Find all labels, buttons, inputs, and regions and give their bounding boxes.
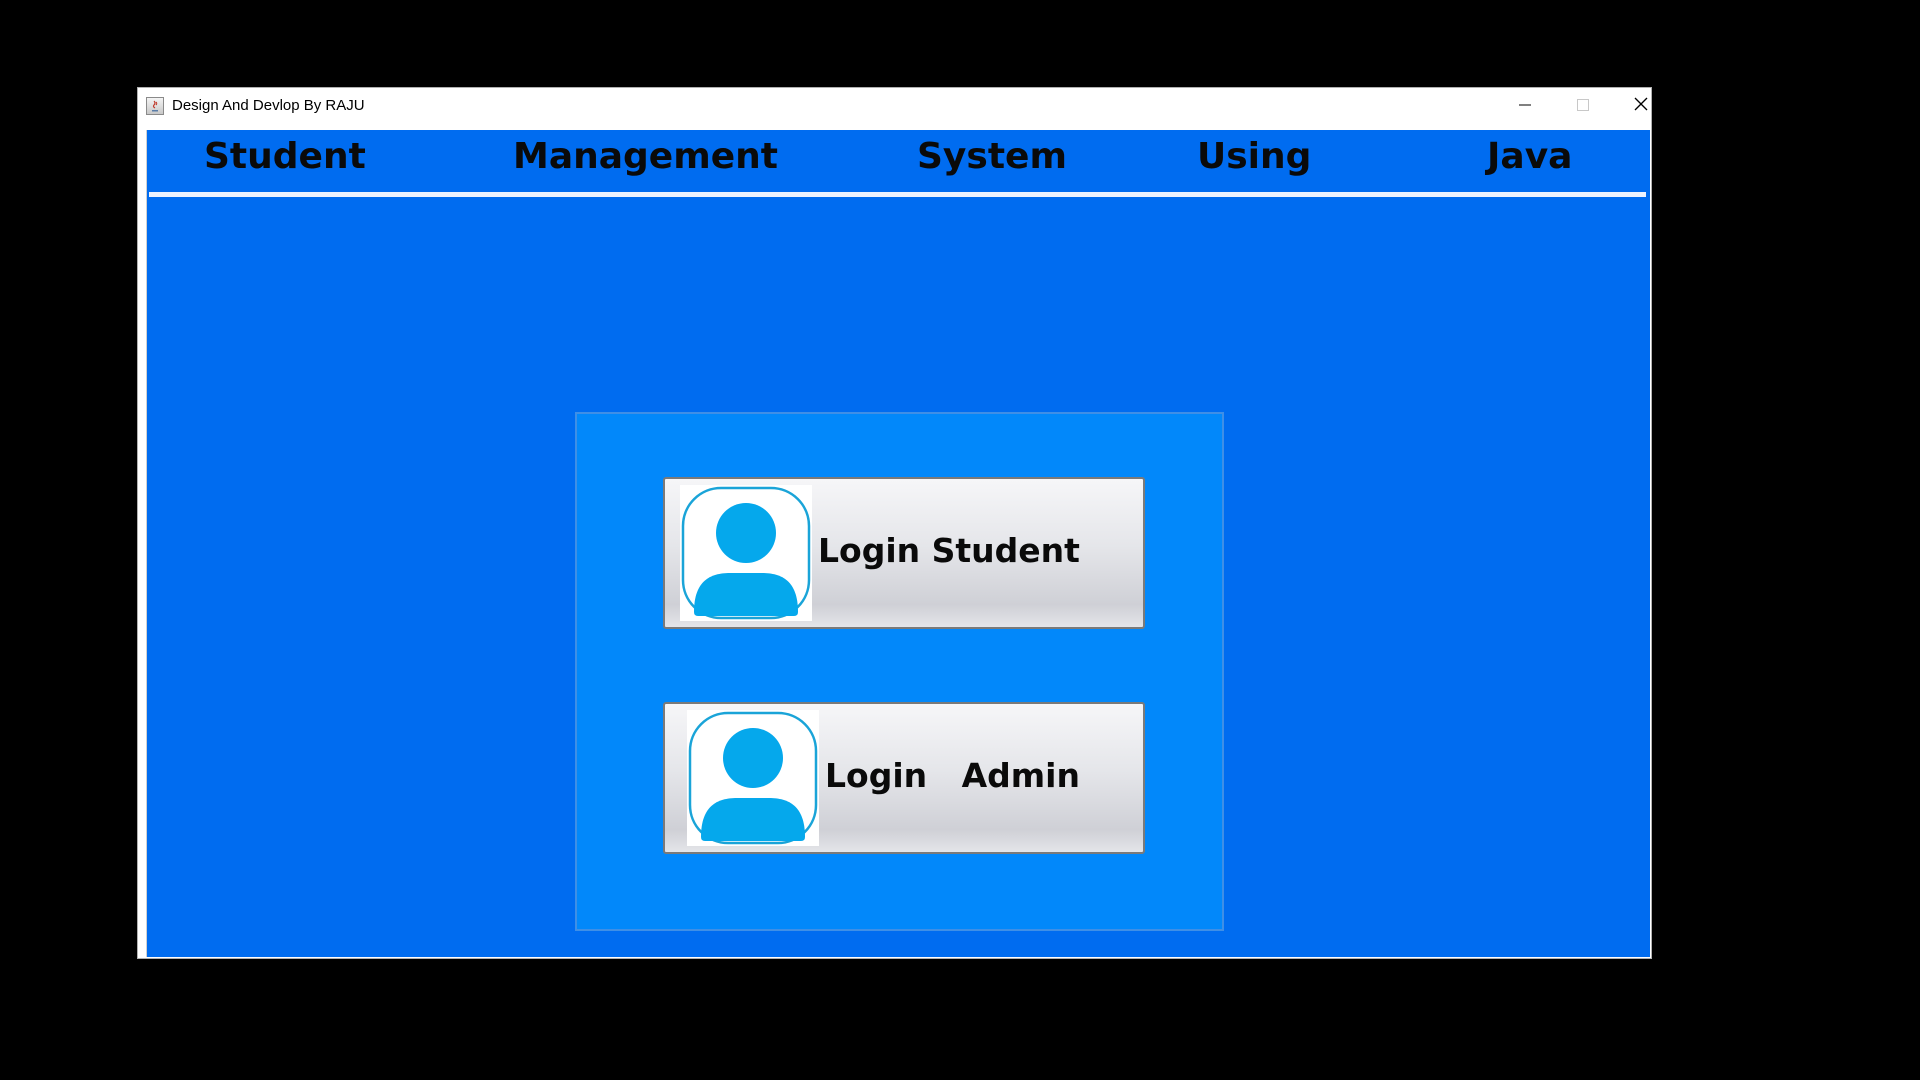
header-word-student: Student [204,136,366,177]
title-bar[interactable]: Design And Devlop By RAJU [138,88,1651,126]
header-word-using: Using [1197,136,1312,177]
login-admin-label: Login Admin [825,756,1080,795]
maximize-icon [1577,96,1589,115]
header-banner: Student Management System Using Java [149,132,1646,197]
maximize-button[interactable] [1554,88,1612,122]
close-button[interactable] [1612,88,1670,122]
minimize-icon [1519,96,1531,115]
app-window: Design And Devlop By RAJU Student Manage… [137,87,1652,959]
minimize-button[interactable] [1496,88,1554,122]
login-admin-button[interactable]: Login Admin [663,702,1145,854]
login-student-button[interactable]: Login Student [663,477,1145,629]
window-title: Design And Devlop By RAJU [172,97,365,114]
login-panel: Login Student Login Admin [575,412,1224,931]
java-app-icon [146,97,164,115]
user-avatar-icon [687,710,819,846]
header-word-system: System [917,136,1067,177]
header-word-java: Java [1487,136,1573,177]
header-word-management: Management [513,136,778,177]
main-content: Student Management System Using Java Log… [146,130,1650,957]
close-icon [1634,96,1648,115]
login-student-label: Login Student [818,531,1080,570]
user-avatar-icon [680,485,812,621]
